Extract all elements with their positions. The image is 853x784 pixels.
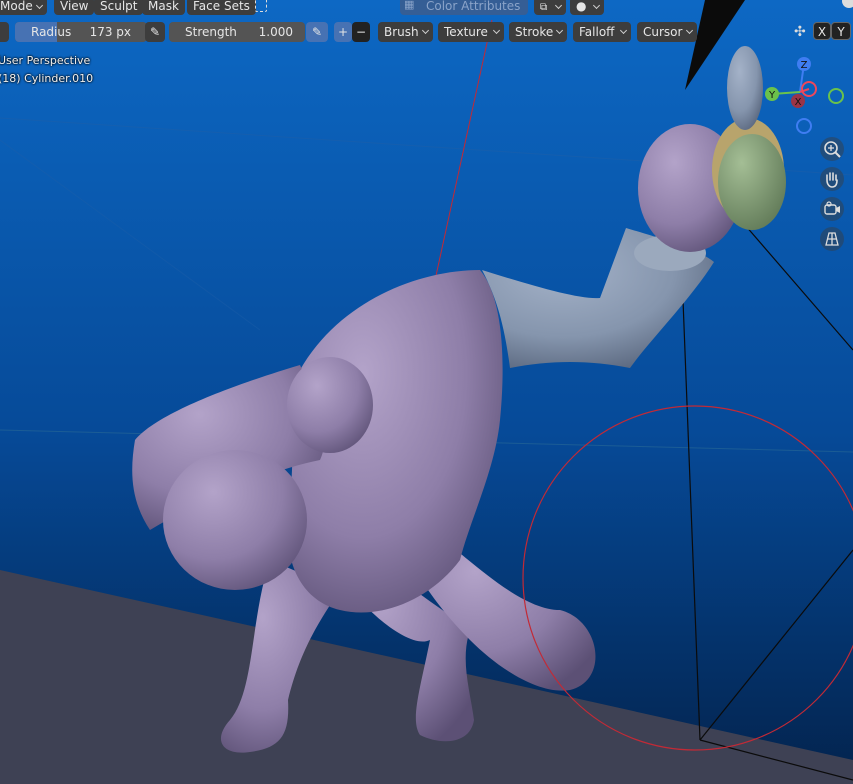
camera-icon[interactable] — [820, 197, 844, 221]
color-attributes-icon: ▦ — [404, 0, 415, 11]
stroke-panel-dropdown[interactable]: Stroke — [509, 22, 567, 42]
gizmo-y-label: Y — [768, 90, 776, 101]
mirror-y-toggle[interactable]: Y — [831, 22, 851, 40]
radius-value: 173 px — [89, 25, 131, 39]
texture-panel-dropdown[interactable]: Texture — [438, 22, 504, 42]
menu-mask[interactable]: Mask — [142, 0, 185, 15]
selection-box-icon[interactable] — [255, 0, 267, 12]
strength-field[interactable]: Strength 1.000 — [169, 22, 305, 42]
gizmo-z-label: Z — [801, 60, 808, 71]
brush-preview-icon[interactable] — [0, 22, 9, 42]
strength-label: Strength — [185, 25, 237, 39]
radius-field[interactable]: Radius 173 px — [15, 22, 147, 42]
falloff-panel-dropdown[interactable]: Falloff — [573, 22, 631, 42]
gizmo-x-label: X — [795, 97, 802, 108]
brush-panel-dropdown[interactable]: Brush — [378, 22, 433, 42]
overlay-toggle-icon[interactable] — [842, 0, 853, 8]
menu-face-sets[interactable]: Face Sets — [187, 0, 256, 15]
symmetry-icon: ⧉ — [540, 2, 548, 13]
3d-viewport[interactable]: Z Y X — [0, 0, 853, 784]
direction-add-button[interactable]: + — [334, 22, 352, 42]
direction-subtract-button[interactable]: − — [352, 22, 370, 42]
hand-pan-icon[interactable] — [820, 167, 844, 191]
strength-value: 1.000 — [258, 25, 293, 39]
radius-pressure-icon[interactable]: ✎ — [145, 22, 165, 42]
mode-dropdown[interactable]: Mode — [0, 0, 47, 15]
view-name-label: User Perspective — [0, 54, 91, 67]
mirror-x-toggle[interactable]: X — [813, 22, 831, 40]
shading-sphere-icon: ● — [576, 0, 587, 13]
cursor-panel-dropdown[interactable]: Cursor — [637, 22, 697, 42]
object-info-label: (18) Cylinder.010 — [0, 72, 94, 85]
viewport-scene[interactable]: Z Y X — [0, 0, 853, 784]
zoom-icon[interactable] — [820, 137, 844, 161]
viewport-header: Mode View Sculpt Mask Face Sets ▦ Color … — [0, 0, 853, 18]
menu-sculpt[interactable]: Sculpt — [94, 0, 144, 15]
symmetry-dropdown[interactable]: ⧉ — [534, 0, 566, 15]
grid-ortho-icon[interactable] — [820, 227, 844, 251]
color-attributes-label: Color Attributes — [426, 0, 521, 13]
shading-dropdown[interactable]: ● — [570, 0, 604, 15]
color-attributes-dropdown[interactable]: ▦ Color Attributes — [400, 0, 528, 15]
menu-view[interactable]: View — [54, 0, 95, 15]
radius-label: Radius — [31, 25, 72, 39]
strength-pressure-icon[interactable]: ✎ — [306, 22, 328, 42]
butterfly-symmetry-icon: ✣ — [794, 24, 806, 40]
